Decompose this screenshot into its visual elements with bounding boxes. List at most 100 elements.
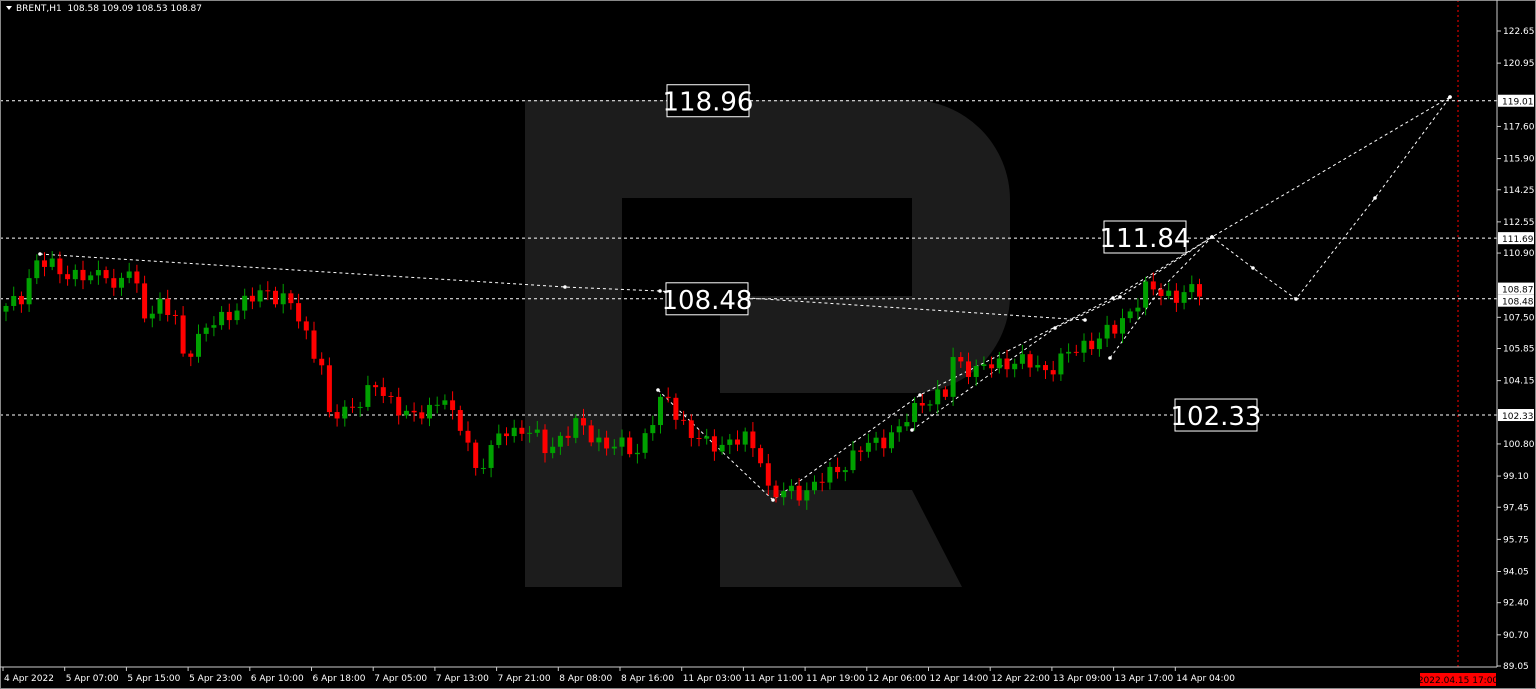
candle-body xyxy=(111,278,117,288)
candle xyxy=(1158,283,1164,306)
candle xyxy=(1143,276,1149,316)
candle-body xyxy=(750,431,756,449)
time-tick-label: 6 Apr 18:00 xyxy=(313,674,366,684)
price-chart[interactable]: 118.96 111.84 108.48 102.33 122.65 120.95 117… xyxy=(0,0,1536,689)
candle xyxy=(519,420,525,441)
candle-body xyxy=(1166,290,1172,296)
candle-body xyxy=(950,357,956,397)
candle-body xyxy=(1066,351,1072,354)
candle-body xyxy=(1035,365,1041,368)
candle xyxy=(488,440,494,478)
candle-body xyxy=(1004,358,1010,370)
level-value-label: 102.33 xyxy=(1171,402,1262,432)
price-tick-label: 107.50 xyxy=(1503,313,1535,323)
time-tick-label: 7 Apr 21:00 xyxy=(498,674,551,684)
candle xyxy=(18,291,24,313)
price-tick-label: 105.85 xyxy=(1503,345,1535,355)
candle-body xyxy=(919,403,925,406)
candle xyxy=(119,272,124,296)
candle xyxy=(72,264,78,287)
candle-body xyxy=(188,353,194,357)
broker-logo-watermark xyxy=(525,100,1010,587)
candle-body xyxy=(596,437,602,443)
watermark-r-leg xyxy=(720,490,962,587)
candle-body xyxy=(1073,351,1079,353)
candle xyxy=(634,443,640,464)
candle-body xyxy=(226,311,232,321)
forecast-point-marker xyxy=(1118,295,1122,299)
candle xyxy=(26,269,32,312)
candle xyxy=(457,405,463,436)
candle-body xyxy=(573,418,579,438)
chart-header[interactable]: BRENT,H1 108.58 109.09 108.53 108.87 xyxy=(6,4,202,14)
candle-body xyxy=(850,450,856,471)
time-tick-label: 5 Apr 15:00 xyxy=(127,674,180,684)
forecast-point-marker xyxy=(1210,235,1214,239)
candle xyxy=(650,415,656,441)
candle-body xyxy=(1127,311,1133,319)
candle xyxy=(265,281,271,301)
candle-body xyxy=(57,258,63,275)
forecast-point-marker xyxy=(1373,196,1377,200)
time-tick-label: 12 Apr 06:00 xyxy=(868,674,927,684)
candle-body xyxy=(1143,281,1149,308)
candle-body xyxy=(858,450,864,452)
candle xyxy=(319,352,325,375)
candle-body xyxy=(1135,307,1141,312)
candle xyxy=(411,402,417,422)
candle-body xyxy=(1089,340,1095,350)
candle-body xyxy=(442,400,448,405)
candle-body xyxy=(242,295,248,311)
candle-body xyxy=(65,274,71,280)
candle-body xyxy=(1112,324,1118,334)
candle xyxy=(496,424,502,449)
candle-body xyxy=(280,293,286,305)
candle xyxy=(1050,360,1056,382)
candle-body xyxy=(18,296,24,305)
candle xyxy=(42,252,47,277)
candle xyxy=(234,303,240,325)
candle xyxy=(34,254,40,285)
candle-body xyxy=(165,298,171,315)
candle xyxy=(1189,275,1195,300)
forecast-point-marker xyxy=(1108,356,1112,360)
candle-body xyxy=(473,442,479,468)
candle xyxy=(904,413,910,431)
candle-body xyxy=(881,437,887,449)
candle xyxy=(95,260,101,285)
candle xyxy=(673,393,679,430)
candle xyxy=(912,397,918,431)
price-tick-label: 97.45 xyxy=(1503,503,1529,513)
candle-body xyxy=(488,445,494,468)
candle-body xyxy=(665,396,671,398)
candle-body xyxy=(49,258,55,267)
candle xyxy=(434,396,440,414)
level-axis-label: 108.48 xyxy=(1502,298,1534,308)
candle xyxy=(403,405,409,419)
price-tick-label: 104.15 xyxy=(1503,377,1535,387)
candle xyxy=(819,472,825,492)
time-tick-label: 7 Apr 13:00 xyxy=(436,674,489,684)
candle xyxy=(396,387,402,425)
forecast-point-marker xyxy=(38,252,42,256)
candle-body xyxy=(681,419,687,421)
candle xyxy=(758,444,764,468)
price-tick-label: 99.10 xyxy=(1503,472,1529,482)
candle-body xyxy=(357,406,363,408)
candle xyxy=(704,428,710,445)
candle-body xyxy=(1058,353,1064,375)
dropdown-triangle-icon[interactable] xyxy=(6,6,12,10)
candle-body xyxy=(735,439,740,445)
candle-body xyxy=(288,293,294,304)
candle xyxy=(1181,285,1187,310)
candle-body xyxy=(1158,289,1164,296)
candle-body xyxy=(588,425,594,443)
candle xyxy=(465,421,471,452)
candle xyxy=(504,427,509,446)
candle xyxy=(257,284,263,308)
candle-body xyxy=(819,481,825,483)
price-tick-label: 115.90 xyxy=(1503,155,1535,165)
current-price-axis-label: 108.87 xyxy=(1502,286,1534,296)
forecast-point-marker xyxy=(1448,95,1452,99)
time-tick-label: 13 Apr 17:00 xyxy=(1115,674,1174,684)
